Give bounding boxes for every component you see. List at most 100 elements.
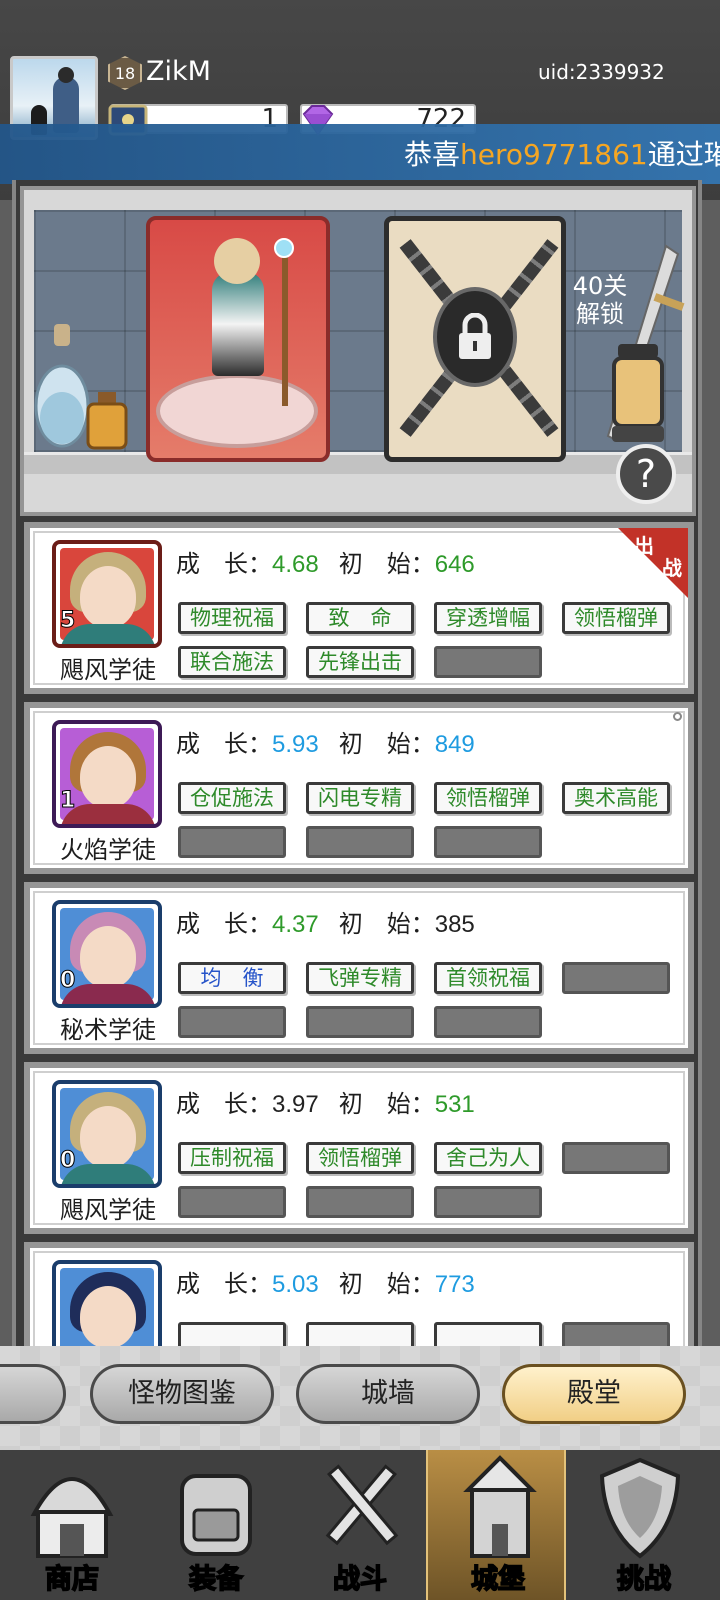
empty-skill-slot <box>434 1186 542 1218</box>
hero-name: 飓风学徒 <box>60 1196 156 1224</box>
hero-figure <box>212 272 264 376</box>
deployed-text-1: 出 <box>634 534 654 558</box>
nav-castle[interactable]: 城堡 <box>426 1450 566 1600</box>
hero-list[interactable]: 5 飓风学徒 成 长：4.68 初 始：646 物理祝福 致 命 穿透增幅 领悟榴… <box>20 516 696 1360</box>
empty-skill-slot <box>178 1006 286 1038</box>
hero-name: 飓风学徒 <box>60 656 156 684</box>
growth-value: 4.37 <box>272 911 319 938</box>
skill-chip[interactable]: 领悟榴弹 <box>306 1142 414 1174</box>
help-button[interactable]: ? <box>616 444 676 504</box>
tab-hall[interactable]: 殿堂 <box>502 1364 686 1424</box>
locked-hero-slot[interactable] <box>384 216 566 462</box>
staff-gem <box>274 238 294 258</box>
shelf-ledge <box>24 452 692 474</box>
shop-icon <box>30 1477 114 1558</box>
growth-label: 成 长： <box>176 730 272 758</box>
skill-chip[interactable]: 奥术高能 <box>562 782 670 814</box>
growth-value: 3.97 <box>272 1091 319 1118</box>
crossed-swords-icon <box>325 1464 399 1546</box>
growth-label: 成 长： <box>176 1270 272 1298</box>
hero-stats: 成 长：5.93 初 始：849 <box>176 724 475 759</box>
skill-chip[interactable]: 物理祝福 <box>178 602 286 634</box>
skill-chip[interactable]: 压制祝福 <box>178 1142 286 1174</box>
portrait-face <box>80 566 136 628</box>
skill-chip[interactable]: 先锋出击 <box>306 646 414 678</box>
hero-row[interactable]: 5 飓风学徒 成 长：4.68 初 始：646 物理祝福 致 命 穿透增幅 领悟榴… <box>24 522 694 694</box>
corner-rivet <box>673 712 682 721</box>
initial-label: 初 始： <box>338 1090 435 1118</box>
initial-label: 初 始： <box>338 730 435 758</box>
deployed-text-2: 战 <box>662 556 682 580</box>
empty-skill-slot <box>562 1142 670 1174</box>
banner-player: hero9771861 <box>460 138 648 171</box>
hero-head <box>214 238 260 284</box>
lock-icon <box>459 313 491 359</box>
shield-icon <box>599 1457 681 1559</box>
hero-row[interactable]: 0 秘术学徒 成 长：4.37 初 始：385 均 衡 飞弹专精 首领祝福 <box>24 882 694 1054</box>
growth-value: 5.93 <box>272 731 319 758</box>
portrait-face <box>80 926 136 988</box>
banner-prefix: 恭喜 <box>404 138 461 171</box>
skill-chip[interactable]: 联合施法 <box>178 646 286 678</box>
portrait-face <box>80 1106 136 1168</box>
backpack-icon <box>180 1474 252 1556</box>
growth-label: 成 长： <box>176 1090 272 1118</box>
hero-stats: 成 长：4.68 初 始：646 <box>176 544 475 579</box>
deployed-hero-card[interactable] <box>146 216 330 462</box>
portrait-face <box>80 1286 136 1348</box>
hero-star-count: 0 <box>59 968 76 994</box>
skill-chip[interactable]: 致 命 <box>306 602 414 634</box>
skill-chip[interactable]: 闪电专精 <box>306 782 414 814</box>
empty-skill-slot <box>306 1186 414 1218</box>
tab-monster-codex[interactable]: 怪物图鉴 <box>90 1364 274 1424</box>
nav-equipment[interactable]: 装备 <box>144 1450 288 1600</box>
banner-suffix: 通过璀 <box>647 138 720 171</box>
initial-value: 531 <box>434 1091 475 1118</box>
nav-battle[interactable]: 战斗 <box>288 1450 432 1600</box>
skill-chip[interactable]: 领悟榴弹 <box>434 782 542 814</box>
hero-name: 火焰学徒 <box>60 836 156 864</box>
skill-chip[interactable]: 领悟榴弹 <box>562 602 670 634</box>
hero-portrait[interactable] <box>52 1260 162 1360</box>
nav-battle-label: 战斗 <box>332 1563 388 1596</box>
skill-chip[interactable]: 仓促施法 <box>178 782 286 814</box>
hero-row[interactable]: 1 火焰学徒 成 长：5.93 初 始：849 仓促施法 闪电专精 领悟榴弹 奥术… <box>24 702 694 874</box>
empty-skill-slot <box>178 1186 286 1218</box>
skill-chip[interactable]: 均 衡 <box>178 962 286 994</box>
hero-star-count: 5 <box>59 608 76 634</box>
skill-chip[interactable]: 飞弹专精 <box>306 962 414 994</box>
announcement-banner: 恭喜hero9771861通过璀 <box>0 124 720 184</box>
uid-label: uid:2339932 <box>538 60 665 84</box>
hero-name: 秘术学徒 <box>60 1016 156 1044</box>
growth-label: 成 长： <box>176 550 272 578</box>
initial-label: 初 始： <box>338 1270 435 1298</box>
tab-city-wall[interactable]: 城墙 <box>296 1364 480 1424</box>
subtab-offscreen[interactable] <box>0 1364 66 1424</box>
castle-icon <box>463 1455 537 1558</box>
skill-chip[interactable]: 舍己为人 <box>434 1142 542 1174</box>
empty-skill-slot <box>306 1006 414 1038</box>
initial-label: 初 始： <box>338 910 435 938</box>
initial-label: 初 始： <box>338 550 435 578</box>
nav-shop[interactable]: 商店 <box>0 1450 144 1600</box>
hero-star-count: 1 <box>59 788 76 814</box>
growth-value: 4.68 <box>272 551 319 578</box>
empty-skill-slot <box>434 826 542 858</box>
hero-row[interactable]: 0 飓风学徒 成 长：3.97 初 始：531 压制祝福 领悟榴弹 舍己为人 <box>24 1062 694 1234</box>
growth-value: 5.03 <box>272 1271 319 1298</box>
initial-value: 646 <box>434 551 475 578</box>
bottom-nav: 商店 装备 战斗 城堡 挑战 <box>0 1450 720 1600</box>
empty-skill-slot <box>434 1006 542 1038</box>
empty-skill-slot <box>178 826 286 858</box>
nav-challenge[interactable]: 挑战 <box>568 1450 720 1600</box>
skill-chip[interactable]: 首领祝福 <box>434 962 542 994</box>
nav-shop-label: 商店 <box>44 1563 100 1596</box>
hero-stats: 成 长：5.03 初 始：773 <box>176 1264 475 1299</box>
initial-value: 773 <box>434 1271 475 1298</box>
skill-chip[interactable]: 穿透增幅 <box>434 602 542 634</box>
nav-challenge-label: 挑战 <box>616 1563 672 1596</box>
initial-value: 849 <box>434 731 475 758</box>
initial-value: 385 <box>434 911 475 938</box>
empty-skill-slot <box>434 646 542 678</box>
hero-row[interactable]: 成 长：5.03 初 始：773 <box>24 1242 694 1360</box>
